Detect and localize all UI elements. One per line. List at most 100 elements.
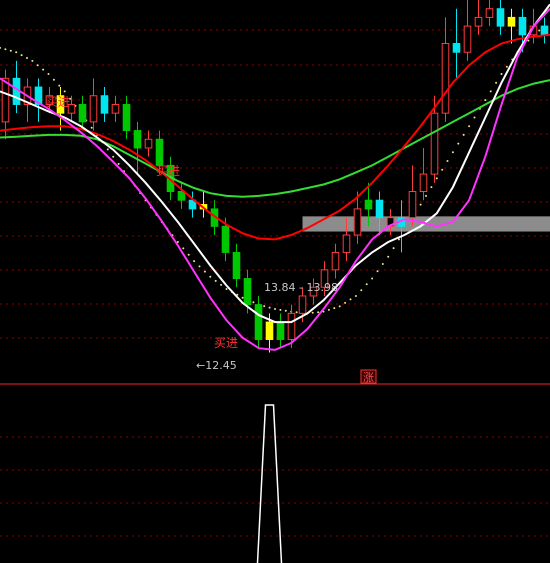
candle-body-34 (375, 199, 384, 219)
dotted-indicator-line (0, 25, 546, 315)
dotted-point-12-1 (198, 265, 201, 268)
dotted-point-28-2 (462, 133, 465, 136)
dotted-point-6-2 (106, 148, 109, 151)
dotted-point-20-2 (333, 307, 336, 310)
candle-body-16 (177, 191, 186, 201)
candle-body-33 (364, 199, 373, 210)
dotted-point-12-0 (193, 260, 196, 263)
candle-body-44 (485, 8, 494, 18)
indicator-spike (256, 404, 283, 563)
dotted-point-33-1 (538, 29, 541, 32)
dotted-point-30-0 (484, 99, 487, 102)
candle-body-0 (1, 77, 10, 123)
candle-body-40 (441, 43, 450, 114)
candle-body-10 (111, 103, 120, 114)
dotted-point-2-2 (42, 68, 45, 71)
dotted-point-2-0 (31, 59, 34, 62)
dotted-point-11-2 (187, 253, 190, 256)
dotted-point-3-1 (52, 78, 55, 81)
dotted-point-26-0 (419, 203, 422, 206)
dotted-point-28-0 (451, 151, 454, 154)
candle-body-32 (353, 208, 362, 236)
dotted-point-28-1 (457, 142, 460, 145)
candle-body-22 (243, 278, 252, 306)
low-price-label: ←12.45 (196, 359, 237, 372)
dotted-point-7-1 (117, 162, 120, 165)
candle-body-37 (408, 191, 417, 219)
dotted-point-21-2 (349, 298, 352, 301)
candle-body-30 (331, 251, 340, 271)
candle-body-25 (276, 321, 285, 340)
dotted-point-13-2 (220, 283, 223, 286)
dotted-point-21-0 (338, 305, 341, 308)
dotted-point-1-2 (26, 57, 28, 59)
buy-signal-label-1: 买进 (46, 95, 70, 109)
candle-body-49 (540, 25, 549, 36)
dotted-point-22-2 (365, 283, 368, 286)
dotted-point-19-1 (311, 311, 314, 314)
dotted-point-1-0 (15, 51, 18, 54)
dotted-point-7-0 (112, 155, 115, 158)
dotted-point-23-2 (381, 263, 384, 265)
dotted-point-30-2 (495, 81, 498, 84)
dotted-point-17-0 (274, 308, 276, 310)
dotted-point-0-0 (0, 46, 1, 49)
candle-body-31 (342, 234, 351, 253)
dotted-point-21-1 (344, 301, 347, 304)
dotted-point-27-2 (446, 160, 449, 162)
dotted-point-0-2 (9, 49, 12, 52)
candle-body-39 (430, 112, 439, 175)
dotted-point-18-1 (295, 311, 298, 314)
dotted-point-5-2 (90, 126, 93, 129)
dotted-point-24-1 (392, 247, 395, 250)
dotted-point-17-1 (279, 308, 282, 311)
dotted-point-3-0 (47, 73, 50, 75)
candle-body-46 (507, 16, 516, 27)
dotted-point-32-2 (527, 39, 530, 42)
dotted-point-2-1 (36, 64, 39, 67)
candle-body-14 (155, 138, 164, 166)
dotted-point-16-1 (263, 305, 266, 308)
candle-body-8 (89, 95, 98, 123)
candle-body-27 (298, 295, 307, 314)
dotted-point-19-2 (317, 311, 320, 314)
dotted-point-1-1 (20, 54, 23, 57)
buy-signal-label-3: 买进 (214, 336, 238, 350)
dotted-point-3-2 (58, 84, 61, 87)
dotted-point-31-0 (500, 73, 503, 75)
indicator-spike-series (256, 404, 283, 563)
candle-body-11 (122, 103, 131, 132)
candle-body-13 (144, 138, 153, 149)
dotted-point-12-2 (203, 270, 206, 273)
candle-body-21 (232, 251, 241, 280)
dotted-point-16-2 (268, 306, 271, 309)
candle-body-12 (133, 130, 142, 149)
candle-body-47 (518, 16, 527, 36)
candle-body-9 (100, 95, 109, 114)
dotted-point-23-0 (371, 277, 374, 280)
dotted-point-0-1 (4, 48, 7, 51)
candle-body-45 (496, 8, 505, 27)
dotted-point-4-0 (63, 90, 66, 93)
candle-body-7 (78, 103, 87, 123)
dotted-point-15-2 (252, 301, 255, 304)
dotted-point-31-1 (505, 65, 508, 68)
candle-body-42 (463, 25, 472, 53)
dotted-point-26-1 (425, 194, 427, 197)
dotted-point-23-1 (376, 270, 379, 273)
stock-chart: 买进 买进 买进 13.84 - 13.98 ←12.45 涨 (0, 0, 550, 563)
dotted-point-20-1 (327, 308, 330, 311)
dotted-point-29-1 (473, 116, 476, 119)
dotted-point-13-0 (209, 275, 212, 278)
dotted-point-27-0 (435, 177, 438, 180)
dotted-point-15-0 (241, 296, 244, 299)
candle-body-23 (254, 304, 263, 340)
dotted-point-14-0 (225, 288, 228, 290)
dotted-point-22-1 (360, 289, 363, 292)
candle-body-26 (287, 312, 296, 340)
buy-signal-label-2: 买进 (156, 164, 180, 178)
rise-badge-label: 涨 (363, 371, 374, 384)
candlestick-series (1, 0, 549, 353)
dotted-point-27-1 (441, 168, 444, 171)
band-range-label: 13.84 - 13.98 (264, 281, 338, 294)
